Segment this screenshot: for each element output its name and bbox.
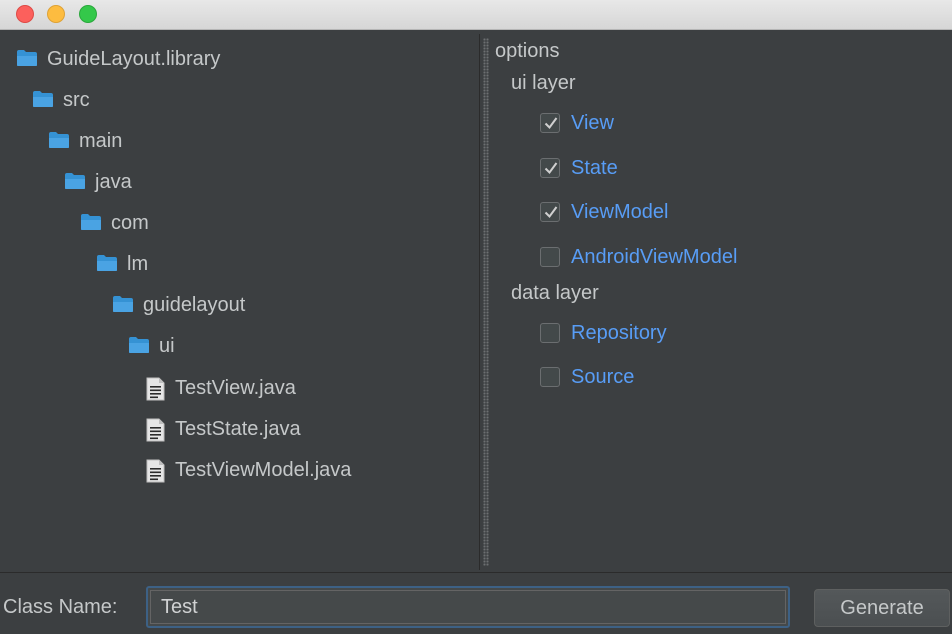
folder-icon [96, 253, 118, 275]
tree-item-main[interactable]: main [48, 128, 122, 154]
repository-checkbox[interactable] [540, 323, 560, 343]
tree-item-lm[interactable]: lm [96, 251, 148, 277]
state-label[interactable]: State [571, 157, 618, 180]
source-label[interactable]: Source [571, 366, 634, 389]
options-title: options [495, 40, 560, 62]
androidviewmodel-checkbox[interactable] [540, 247, 560, 267]
view-checkbox[interactable] [540, 113, 560, 133]
class-name-field[interactable] [146, 586, 790, 628]
state-checkbox[interactable] [540, 158, 560, 178]
tree-item-label: com [111, 211, 149, 234]
file-icon [144, 377, 166, 401]
checkmark-icon [544, 162, 558, 175]
ui-layer-heading: ui layer [511, 72, 576, 94]
file-icon [144, 459, 166, 483]
tree-item-guidelayout[interactable]: guidelayout [112, 292, 245, 318]
option-source[interactable]: Source [540, 364, 634, 390]
folder-icon [128, 335, 150, 357]
checkmark-icon [544, 206, 558, 219]
folder-icon [80, 212, 102, 234]
viewmodel-checkbox[interactable] [540, 202, 560, 222]
tree-item-java[interactable]: java [64, 169, 132, 195]
tree-item-teststate-java[interactable]: TestState.java [144, 416, 301, 442]
pane-splitter-handle[interactable] [479, 34, 493, 570]
class-name-input[interactable] [150, 590, 786, 624]
file-tree-panel: GuideLayout.library src main java com lm… [2, 34, 478, 570]
tree-item-testviewmodel-java[interactable]: TestViewModel.java [144, 457, 351, 483]
option-repository[interactable]: Repository [540, 320, 667, 346]
tree-item-label: TestViewModel.java [175, 458, 352, 481]
androidviewmodel-label[interactable]: AndroidViewModel [571, 246, 737, 269]
view-label[interactable]: View [571, 112, 614, 135]
tree-item-label: guidelayout [143, 293, 246, 316]
tree-item-label: GuideLayout.library [47, 47, 221, 70]
file-icon [144, 418, 166, 442]
tree-item-src[interactable]: src [32, 87, 90, 113]
checkmark-icon [544, 117, 558, 130]
minimize-window-button[interactable] [47, 5, 65, 23]
tree-item-label: TestView.java [175, 376, 296, 399]
folder-icon [112, 294, 134, 316]
tree-item-label: lm [127, 252, 149, 275]
tree-item-label: main [79, 129, 123, 152]
tree-item-guidelayout-library[interactable]: GuideLayout.library [16, 46, 220, 72]
folder-icon [48, 130, 70, 152]
maximize-window-button[interactable] [79, 5, 97, 23]
option-androidviewmodel[interactable]: AndroidViewModel [540, 244, 737, 270]
generate-button[interactable]: Generate [814, 589, 950, 627]
tree-item-ui[interactable]: ui [128, 333, 175, 359]
option-viewmodel[interactable]: ViewModel [540, 199, 668, 225]
repository-label[interactable]: Repository [571, 322, 667, 345]
splitter-grip [483, 38, 489, 566]
close-window-button[interactable] [16, 5, 34, 23]
folder-icon [64, 171, 86, 193]
tree-item-label: TestState.java [175, 417, 301, 440]
option-state[interactable]: State [540, 155, 618, 181]
data-layer-heading: data layer [511, 282, 599, 304]
option-view[interactable]: View [540, 110, 614, 136]
folder-icon [32, 89, 54, 111]
folder-icon [16, 48, 38, 70]
class-name-label: Class Name: [3, 596, 118, 618]
tree-item-label: src [63, 88, 90, 111]
source-checkbox[interactable] [540, 367, 560, 387]
tree-item-label: ui [159, 334, 175, 357]
tree-item-com[interactable]: com [80, 210, 149, 236]
title-bar [0, 0, 952, 30]
tree-item-testview-java[interactable]: TestView.java [144, 375, 296, 401]
tree-item-label: java [95, 170, 132, 193]
viewmodel-label[interactable]: ViewModel [571, 201, 668, 224]
options-panel: options ui layer View State ViewModel An… [494, 34, 952, 570]
